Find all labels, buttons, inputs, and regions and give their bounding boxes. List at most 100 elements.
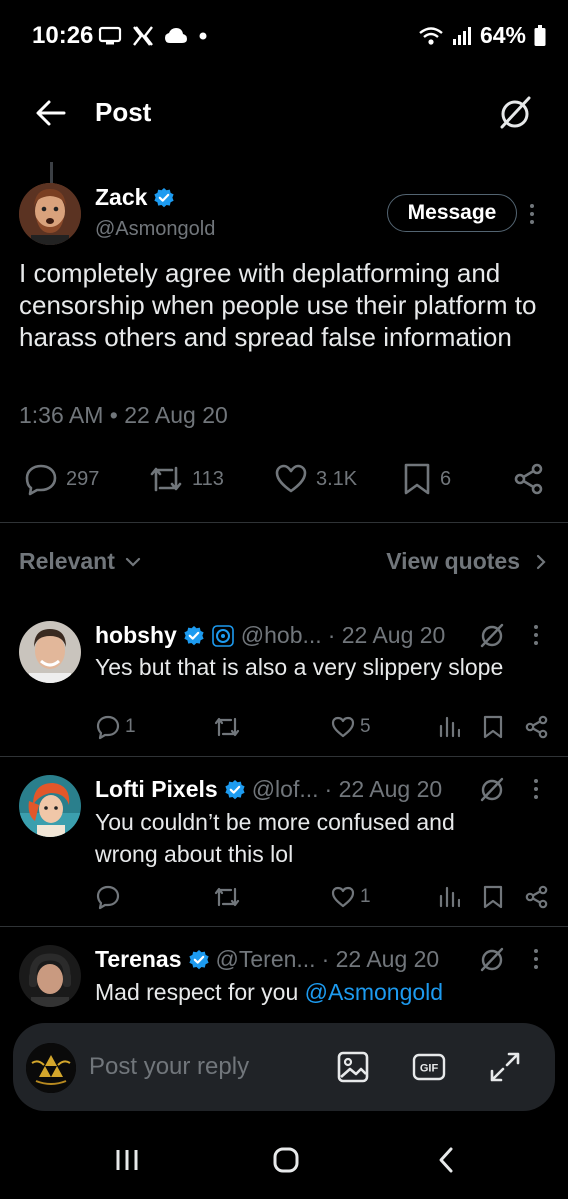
reply-author-name[interactable]: hobshy bbox=[95, 622, 177, 649]
x-icon bbox=[132, 26, 154, 46]
bookmark-icon bbox=[483, 715, 503, 739]
sort-dropdown[interactable]: Relevant bbox=[19, 548, 141, 575]
reply-handle[interactable]: @hob... bbox=[241, 622, 322, 649]
grok-icon bbox=[480, 947, 504, 972]
status-right: 64% bbox=[418, 22, 546, 49]
grok-button[interactable] bbox=[478, 945, 506, 973]
reply-icon bbox=[96, 715, 120, 740]
recent-apps-button[interactable] bbox=[114, 1148, 140, 1172]
author-name[interactable]: Zack bbox=[95, 184, 175, 211]
chevron-down-icon bbox=[125, 557, 140, 567]
reply-button[interactable]: 1 bbox=[95, 714, 136, 740]
expand-icon bbox=[490, 1052, 520, 1082]
bookmark-button[interactable] bbox=[482, 714, 504, 740]
back-button[interactable] bbox=[34, 96, 68, 130]
reply-author-name[interactable]: Terenas bbox=[95, 946, 182, 973]
like-button[interactable]: 5 bbox=[330, 714, 371, 740]
back-nav-button[interactable] bbox=[436, 1146, 456, 1174]
arrow-left-icon bbox=[36, 100, 66, 126]
avatar[interactable] bbox=[19, 775, 81, 837]
repost-button[interactable]: 113 bbox=[148, 462, 224, 496]
like-count: 3.1K bbox=[316, 467, 358, 490]
repost-button[interactable] bbox=[213, 884, 241, 910]
reply-icon bbox=[96, 885, 120, 910]
reply-header: Lofti Pixels @lof... · 22 Aug 20 bbox=[95, 776, 442, 803]
analytics-icon bbox=[439, 716, 460, 738]
avatar[interactable] bbox=[19, 183, 81, 245]
image-icon bbox=[337, 1051, 369, 1083]
reply-header: Terenas @Teren... · 22 Aug 20 bbox=[95, 946, 439, 973]
more-vertical-icon bbox=[534, 625, 538, 645]
avatar[interactable] bbox=[19, 621, 81, 683]
heart-icon bbox=[331, 886, 355, 908]
grok-icon bbox=[480, 777, 504, 802]
reply-date: · 22 Aug 20 bbox=[324, 776, 443, 802]
reply-header: hobshy @hob... · 22 Aug 20 bbox=[95, 622, 445, 649]
more-options-button[interactable] bbox=[528, 202, 536, 226]
bookmark-count: 6 bbox=[440, 467, 452, 490]
bookmark-icon bbox=[483, 885, 503, 909]
like-count: 5 bbox=[360, 716, 371, 737]
grok-icon bbox=[480, 623, 504, 648]
user-avatar[interactable] bbox=[26, 1043, 76, 1093]
avatar[interactable] bbox=[19, 945, 81, 1007]
heart-icon bbox=[331, 716, 355, 738]
grok-button[interactable] bbox=[478, 775, 506, 803]
more-options-button[interactable] bbox=[532, 948, 540, 970]
more-options-button[interactable] bbox=[532, 778, 540, 800]
repost-count: 113 bbox=[192, 467, 224, 490]
reply-button[interactable]: 297 bbox=[24, 462, 99, 496]
reply-date: · 22 Aug 20 bbox=[321, 946, 440, 972]
post-timestamp: 1:36 AM • 22 Aug 20 bbox=[19, 402, 228, 428]
views-button[interactable] bbox=[438, 884, 460, 908]
reply-count: 297 bbox=[66, 467, 100, 490]
views-button[interactable] bbox=[438, 714, 460, 738]
grok-button[interactable] bbox=[478, 621, 506, 649]
heart-icon bbox=[275, 464, 307, 493]
post-text: I completely agree with deplatforming an… bbox=[19, 258, 537, 352]
more-vertical-icon bbox=[534, 949, 538, 969]
share-icon bbox=[514, 463, 543, 495]
analytics-icon bbox=[439, 886, 460, 908]
triforce-icon bbox=[26, 1043, 76, 1093]
author-handle[interactable]: @Asmongold bbox=[95, 218, 215, 241]
share-icon bbox=[525, 885, 548, 909]
reply-composer[interactable]: Post your reply GIF bbox=[13, 1023, 555, 1111]
dot-icon bbox=[198, 31, 208, 41]
verified-badge-icon bbox=[154, 187, 175, 207]
view-quotes-link[interactable]: View quotes bbox=[386, 548, 546, 575]
more-vertical-icon bbox=[534, 779, 538, 799]
share-icon bbox=[525, 715, 548, 739]
recent-apps-icon bbox=[116, 1150, 138, 1170]
add-gif-button[interactable]: GIF bbox=[411, 1049, 447, 1085]
home-button[interactable] bbox=[272, 1146, 300, 1174]
reply-button[interactable] bbox=[95, 884, 121, 910]
reply-input[interactable]: Post your reply bbox=[89, 1053, 249, 1081]
svg-text:GIF: GIF bbox=[420, 1063, 439, 1075]
reply-handle[interactable]: @Teren... bbox=[216, 946, 316, 973]
page-title: Post bbox=[95, 97, 152, 127]
repost-icon bbox=[214, 887, 240, 907]
verified-badge-icon bbox=[184, 625, 204, 645]
share-button[interactable] bbox=[524, 884, 550, 910]
author-name-text: Zack bbox=[95, 184, 148, 210]
share-button[interactable] bbox=[524, 714, 550, 740]
expand-button[interactable] bbox=[487, 1049, 523, 1085]
bookmark-button[interactable]: 6 bbox=[402, 462, 451, 496]
reply-text: Mad respect for you @Asmongold bbox=[95, 976, 535, 1008]
grok-button[interactable] bbox=[496, 94, 534, 132]
share-button[interactable] bbox=[512, 462, 546, 496]
status-time: 10:26 bbox=[32, 22, 94, 49]
more-options-button[interactable] bbox=[532, 624, 540, 646]
mention-link[interactable]: @Asmongold bbox=[305, 979, 443, 1005]
like-button[interactable]: 1 bbox=[330, 884, 371, 910]
message-button[interactable]: Message bbox=[387, 194, 517, 232]
divider bbox=[0, 522, 568, 523]
bookmark-button[interactable] bbox=[482, 884, 504, 910]
reply-handle[interactable]: @lof... bbox=[252, 776, 319, 803]
repost-button[interactable] bbox=[213, 714, 241, 740]
reply-author-name[interactable]: Lofti Pixels bbox=[95, 776, 218, 803]
reply-text: Yes but that is also a very slippery slo… bbox=[95, 654, 504, 680]
like-button[interactable]: 3.1K bbox=[274, 462, 357, 496]
add-image-button[interactable] bbox=[335, 1049, 371, 1085]
